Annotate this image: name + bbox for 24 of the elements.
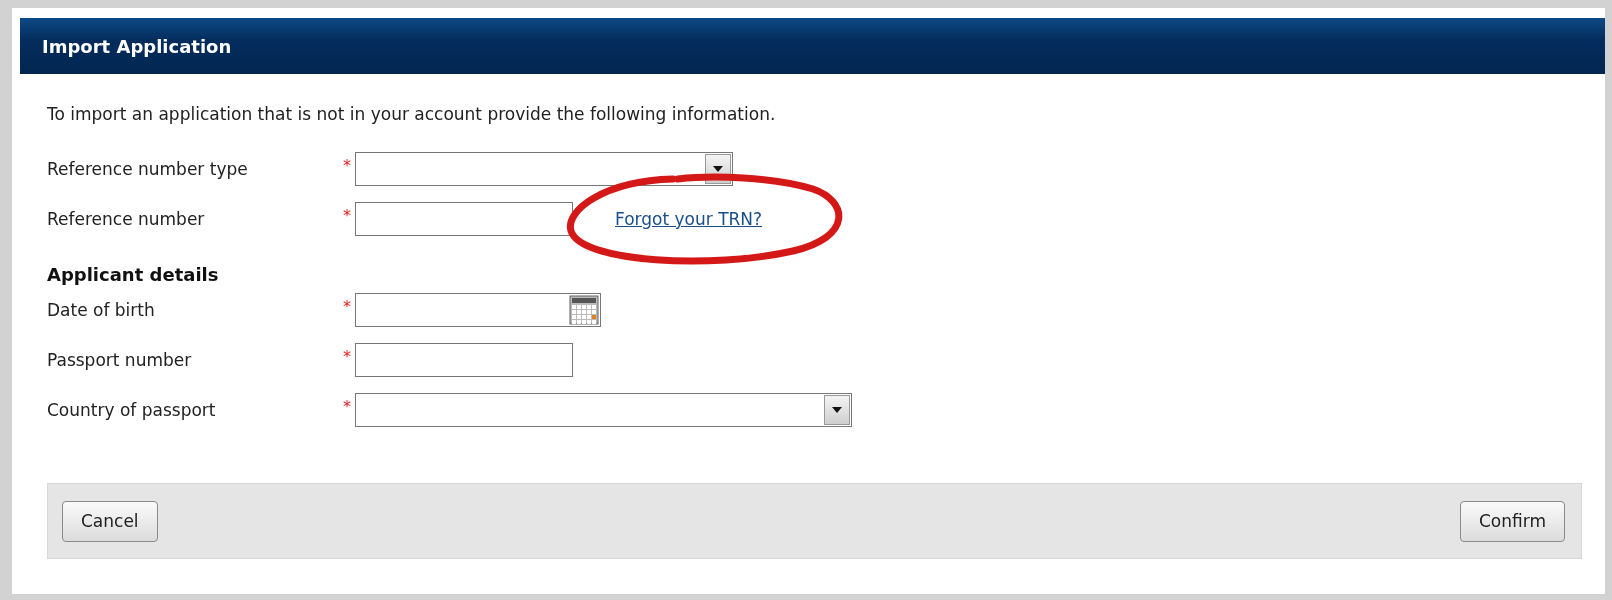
confirm-button[interactable]: Confirm (1460, 500, 1565, 542)
required-marker: * (343, 347, 352, 366)
cancel-button[interactable]: Cancel (62, 500, 158, 542)
required-marker: * (343, 156, 352, 175)
field-label: Date of birth (47, 300, 156, 320)
input-field[interactable] (355, 202, 573, 236)
intro-text: To import an application that is not in your account provide the following information. (47, 104, 777, 124)
input-field[interactable] (355, 343, 573, 377)
required-marker: * (343, 297, 352, 316)
date-field[interactable] (355, 293, 601, 327)
calendar-icon[interactable] (569, 295, 599, 325)
caret-icon (713, 166, 723, 172)
dropdown-field[interactable] (355, 393, 852, 427)
field-label: Reference number (47, 209, 206, 229)
required-marker: * (343, 206, 352, 225)
window-title: Import Application (20, 18, 1605, 74)
dropdown-field[interactable] (355, 152, 733, 186)
field-label: Reference number type (47, 159, 249, 179)
caret-icon (832, 407, 842, 413)
required-marker: * (343, 397, 352, 416)
section-heading: Applicant details (47, 264, 220, 285)
field-label: Country of passport (47, 400, 217, 420)
field-label: Passport number (47, 350, 193, 370)
forgot-trn-link[interactable]: Forgot your TRN? (615, 209, 763, 229)
